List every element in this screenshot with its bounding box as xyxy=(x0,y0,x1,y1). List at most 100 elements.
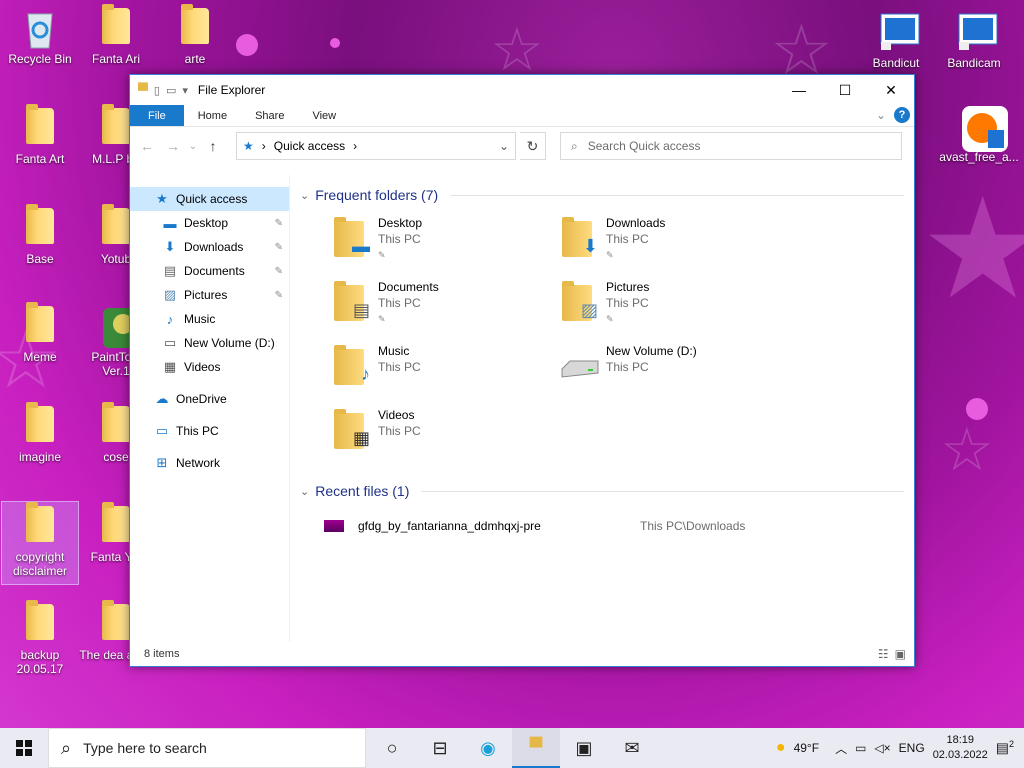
frequent-folders-header[interactable]: ⌄ Frequent folders (7) xyxy=(300,183,904,207)
minimize-button[interactable]: — xyxy=(776,75,822,105)
nav-item-quick-access[interactable]: ★ Quick access xyxy=(130,187,289,211)
pictures-folder-icon: ▨ xyxy=(560,279,600,323)
nav-item-documents[interactable]: ▤ Documents ✎ xyxy=(130,259,289,283)
tab-file[interactable]: File xyxy=(130,105,184,126)
breadcrumb[interactable]: Quick access xyxy=(274,139,345,153)
desktop-icon-bandicut[interactable]: Bandicut xyxy=(858,12,934,70)
folder-item-music[interactable]: ♪ Music This PC xyxy=(332,339,560,403)
nav-item-pictures[interactable]: ▨ Pictures ✎ xyxy=(130,283,289,307)
task-view-icon[interactable]: ⊟ xyxy=(416,728,464,768)
file-explorer-taskbar-icon[interactable]: ▀ xyxy=(512,728,560,768)
nav-item-desktop[interactable]: ▬ Desktop ✎ xyxy=(130,211,289,235)
close-button[interactable]: ✕ xyxy=(868,75,914,105)
weather-sun-icon[interactable]: ● xyxy=(776,739,786,757)
properties-icon[interactable]: ▯ xyxy=(154,84,160,97)
folder-item-videos[interactable]: ▦ Videos This PC xyxy=(332,403,560,467)
download-arrow-icon: ⬇ xyxy=(164,239,176,254)
back-arrow-icon[interactable]: ← xyxy=(136,138,158,154)
music-note-icon: ♪ xyxy=(166,311,174,327)
tab-share[interactable]: Share xyxy=(241,105,298,126)
address-bar[interactable]: ★ › Quick access › ⌄ xyxy=(236,132,516,160)
documents-folder-icon: ▤ xyxy=(332,279,372,323)
taskbar-search-box[interactable]: ⌕ Type here to search xyxy=(48,728,366,768)
desktop-icon-arte[interactable]: arte xyxy=(157,4,233,66)
desktop-icon-avast[interactable]: avast_free_a... xyxy=(936,106,1022,164)
nav-item-music[interactable]: ♪ Music xyxy=(130,307,289,331)
cortana-circle-icon[interactable]: ○ xyxy=(368,728,416,768)
recent-locations-chevron-icon[interactable]: ⌄ xyxy=(188,141,198,152)
folder-item-pictures[interactable]: ▨ Pictures This PC ✎ xyxy=(560,275,788,339)
breadcrumb-separator-icon: › xyxy=(261,139,266,153)
frequent-folders-grid: ▬ Desktop This PC ✎ ⬇ Downloads This PC ✎ ▤ … xyxy=(332,211,904,467)
desktop-icon-bandicam[interactable]: Bandicam xyxy=(936,12,1012,70)
tab-view[interactable]: View xyxy=(298,105,350,126)
forward-arrow-icon[interactable]: → xyxy=(162,138,184,154)
pin-icon: ✎ xyxy=(274,265,283,277)
desktop-icon-fanta-ari[interactable]: Fanta Ari xyxy=(78,4,154,66)
large-icons-view-icon[interactable]: ▣ xyxy=(895,647,906,661)
show-hidden-icons-chevron-icon[interactable]: ︿ xyxy=(835,740,847,757)
title-bar: ▀ ▯ ▭ ▾ File Explorer — ☐ ✕ xyxy=(130,75,914,105)
desktop-icon-backup[interactable]: backup 20.05.17 xyxy=(2,600,78,676)
bandicam-app-icon xyxy=(957,12,998,52)
content-pane: ⌄ Frequent folders (7) ▬ Desktop This PC ✎… xyxy=(290,175,914,642)
start-button[interactable] xyxy=(0,728,48,768)
weather-temperature[interactable]: 49°F xyxy=(794,741,819,755)
recent-files-header[interactable]: ⌄ Recent files (1) xyxy=(300,479,904,503)
mail-icon[interactable]: ✉ xyxy=(608,728,656,768)
clock[interactable]: 18:19 02.03.2022 xyxy=(933,733,988,763)
search-box[interactable]: ⌕ xyxy=(560,132,902,160)
taskbar-search-placeholder: Type here to search xyxy=(83,740,207,756)
collapse-chevron-icon[interactable]: ⌄ xyxy=(300,485,309,498)
folder-item-downloads[interactable]: ⬇ Downloads This PC ✎ xyxy=(560,211,788,275)
folder-icon xyxy=(99,402,133,446)
volume-muted-icon[interactable]: ◁× xyxy=(874,741,890,755)
help-icon[interactable]: ? xyxy=(894,107,910,123)
desktop-icon-meme[interactable]: Meme xyxy=(2,302,78,364)
address-dropdown-icon[interactable]: ⌄ xyxy=(499,139,509,153)
desktop-icon: ▬ xyxy=(163,215,177,231)
breadcrumb-chevron-icon[interactable]: › xyxy=(353,139,357,153)
folder-icon xyxy=(23,302,57,346)
desktop-icon-imagine[interactable]: imagine xyxy=(2,402,78,464)
desktop-icon-base[interactable]: Base xyxy=(2,204,78,266)
item-count: 8 items xyxy=(144,648,180,660)
painttool-app-icon xyxy=(99,306,139,348)
desktop-icon-recycle-bin[interactable]: Recycle Bin xyxy=(2,8,78,66)
videos-folder-icon: ▦ xyxy=(332,407,372,451)
store-bag-icon[interactable]: ▣ xyxy=(560,728,608,768)
collapse-chevron-icon[interactable]: ⌄ xyxy=(300,189,309,202)
expand-ribbon-chevron-icon[interactable]: ⌄ xyxy=(876,108,886,122)
maximize-button[interactable]: ☐ xyxy=(822,75,868,105)
monitor-icon: ▭ xyxy=(155,423,169,438)
desktop-icon-fanta-art[interactable]: Fanta Art xyxy=(2,104,78,166)
nav-item-new-volume[interactable]: ▭ New Volume (D:) xyxy=(130,331,289,355)
tab-home[interactable]: Home xyxy=(184,105,241,126)
customize-toolbar-chevron-icon[interactable]: ▾ xyxy=(182,84,188,97)
details-view-icon[interactable]: ☷ xyxy=(878,647,889,661)
nav-item-videos[interactable]: ▦ Videos xyxy=(130,355,289,379)
nav-item-onedrive[interactable]: ☁ OneDrive xyxy=(130,387,289,411)
search-input[interactable] xyxy=(587,139,868,153)
music-folder-icon: ♪ xyxy=(332,343,372,387)
nav-item-downloads[interactable]: ⬇ Downloads ✎ xyxy=(130,235,289,259)
nav-item-network[interactable]: ⊞ Network xyxy=(130,451,289,475)
document-icon: ▤ xyxy=(163,263,177,278)
folder-icon xyxy=(99,600,133,644)
up-arrow-icon[interactable]: ↑ xyxy=(202,138,224,154)
desktop-icon-copyright-disclaimer[interactable]: copyright disclaimer xyxy=(1,501,79,585)
recent-file-row[interactable]: gfdg_by_fantarianna_ddmhqxj-pre This PC\… xyxy=(324,515,904,537)
edge-browser-icon[interactable]: ◉ xyxy=(464,728,512,768)
folder-item-documents[interactable]: ▤ Documents This PC ✎ xyxy=(332,275,560,339)
folder-icon xyxy=(23,600,57,644)
nav-item-this-pc[interactable]: ▭ This PC xyxy=(130,419,289,443)
language-indicator[interactable]: ENG xyxy=(899,741,925,755)
film-icon: ▦ xyxy=(163,359,177,374)
network-icon[interactable]: ▭ xyxy=(855,741,866,755)
new-folder-icon[interactable]: ▭ xyxy=(166,84,176,97)
folder-icon xyxy=(99,204,133,248)
folder-item-new-volume[interactable]: New Volume (D:) This PC xyxy=(560,339,788,403)
refresh-button[interactable]: ↻ xyxy=(520,132,546,160)
folder-item-desktop[interactable]: ▬ Desktop This PC ✎ xyxy=(332,211,560,275)
notification-center-icon[interactable]: ▤2 xyxy=(996,739,1014,757)
